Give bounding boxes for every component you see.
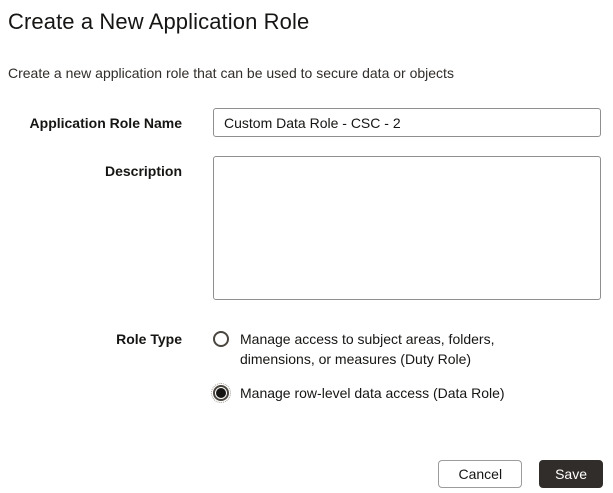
duty-role-option-label: Manage access to subject areas, folders,…	[240, 331, 495, 367]
description-label: Description	[104, 163, 182, 179]
data-role-radio[interactable]	[211, 383, 231, 403]
dialog-subtitle: Create a new application role that can b…	[8, 65, 454, 81]
dialog-title: Create a New Application Role	[8, 9, 310, 34]
role-type-option-data[interactable]: Manage row-level data access (Data Role)	[211, 383, 601, 403]
role-form: Application Role Name Description Role T…	[8, 108, 603, 403]
role-type-label: Role Type	[116, 331, 182, 347]
description-input[interactable]	[213, 156, 601, 300]
role-name-row: Application Role Name	[8, 108, 603, 137]
save-button[interactable]: Save	[539, 460, 603, 488]
dialog-footer: Cancel Save	[438, 460, 603, 488]
role-name-label: Application Role Name	[29, 114, 182, 131]
role-name-input[interactable]	[213, 108, 601, 137]
duty-role-radio[interactable]	[213, 331, 229, 347]
cancel-button[interactable]: Cancel	[438, 460, 523, 488]
role-type-option-duty[interactable]: Manage access to subject areas, folders,…	[213, 329, 601, 369]
data-role-option-label: Manage row-level data access (Data Role)	[240, 385, 505, 401]
role-type-radio-group: Manage access to subject areas, folders,…	[211, 329, 601, 403]
description-row: Description	[8, 156, 603, 300]
role-type-row: Role Type Manage access to subject areas…	[8, 329, 603, 403]
create-application-role-dialog: Create a New Application Role Create a n…	[0, 0, 613, 493]
